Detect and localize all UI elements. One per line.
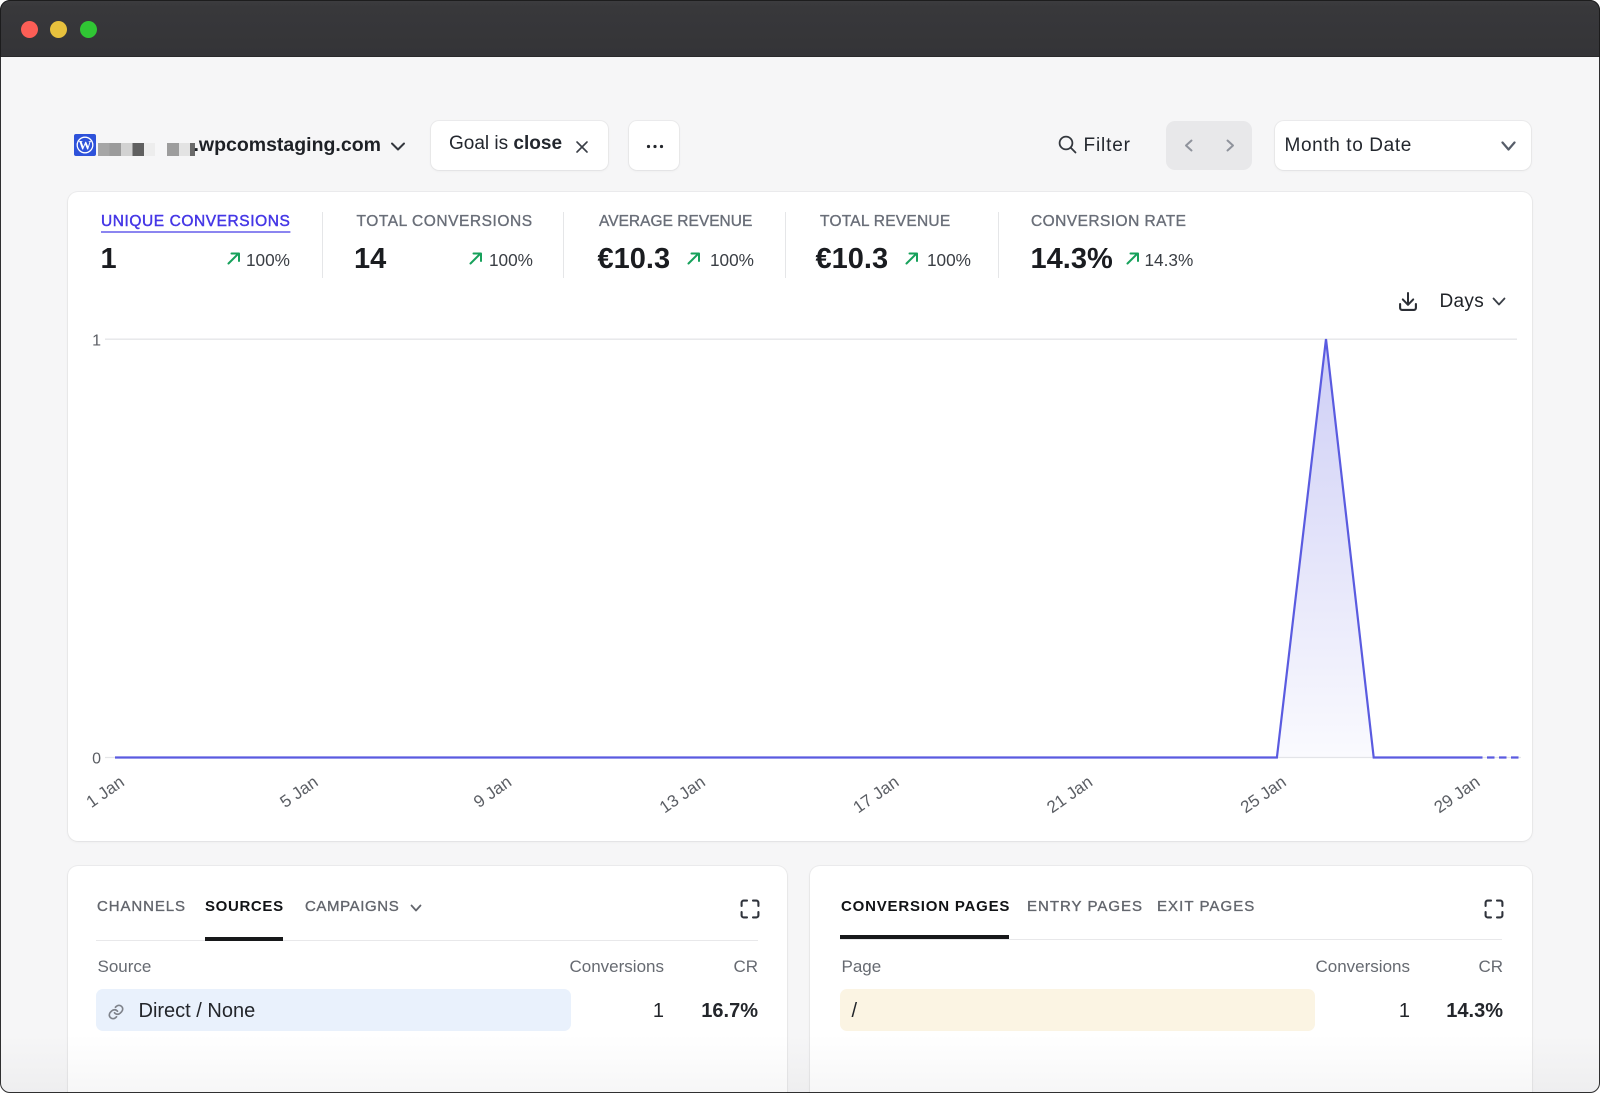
svg-text:1: 1: [92, 332, 101, 349]
svg-text:W: W: [79, 137, 92, 152]
svg-text:0: 0: [92, 751, 101, 768]
svg-text:21 Jan: 21 Jan: [1043, 772, 1096, 817]
svg-text:1 Jan: 1 Jan: [83, 772, 128, 811]
svg-text:5 Jan: 5 Jan: [277, 772, 322, 811]
svg-text:29 Jan: 29 Jan: [1431, 772, 1484, 817]
svg-text:9 Jan: 9 Jan: [470, 772, 515, 811]
svg-text:17 Jan: 17 Jan: [850, 772, 903, 817]
svg-text:25 Jan: 25 Jan: [1237, 772, 1290, 817]
svg-text:13 Jan: 13 Jan: [656, 772, 709, 817]
